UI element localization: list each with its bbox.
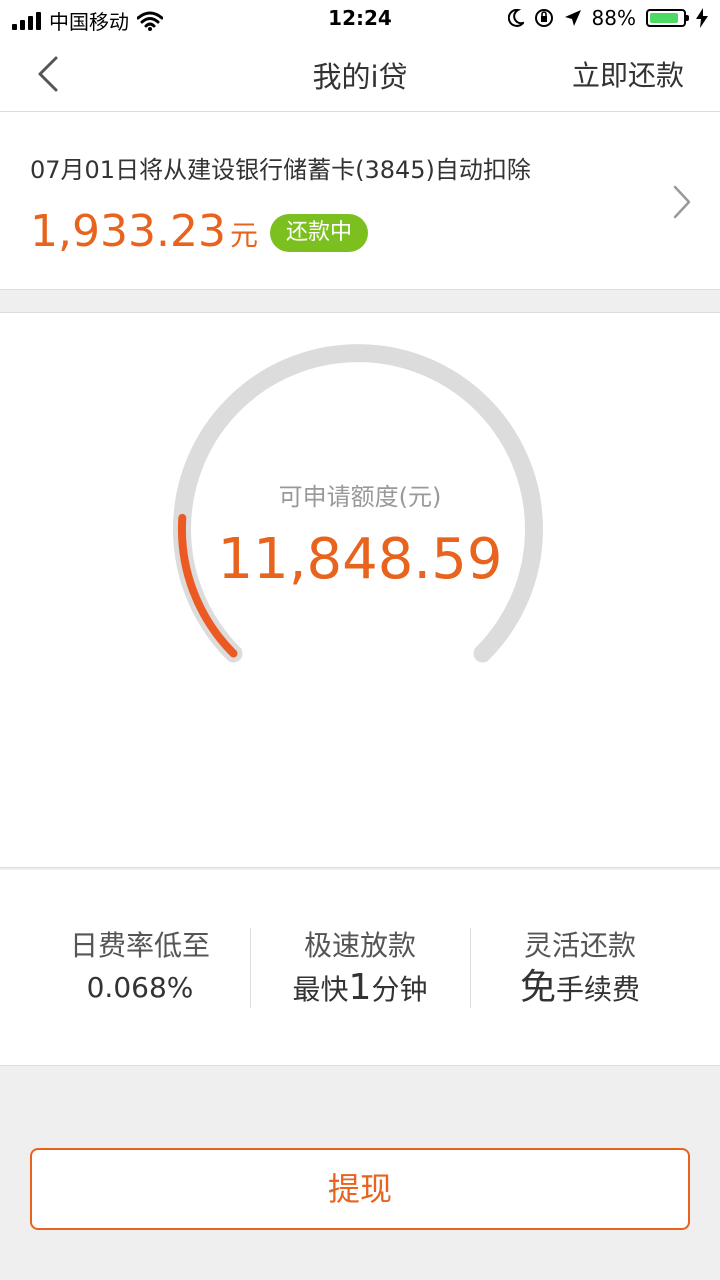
status-bar: 中国移动 12:24 88% bbox=[0, 0, 720, 36]
status-badge: 还款中 bbox=[269, 214, 368, 252]
credit-label: 可申请额度(元) bbox=[278, 483, 442, 511]
nav-bar: 我的i贷 立即还款 bbox=[0, 36, 720, 112]
chevron-right-icon bbox=[673, 185, 691, 219]
charging-bolt-icon bbox=[696, 8, 708, 28]
location-arrow-icon bbox=[564, 10, 581, 26]
battery-icon bbox=[646, 9, 689, 27]
feature-sub-big: 免 bbox=[519, 967, 556, 1008]
credit-panel: 可申请额度(元) 11,848.59 bbox=[0, 312, 720, 868]
moon-icon bbox=[507, 9, 524, 27]
feature-subtitle: 最快1分钟 bbox=[250, 968, 470, 1010]
feature-daily-rate: 日费率低至 0.068% bbox=[30, 928, 250, 1008]
feature-title: 极速放款 bbox=[303, 929, 416, 962]
feature-flexible-repay: 灵活还款 免手续费 bbox=[470, 928, 690, 1010]
repayment-description: 07月01日将从建设银行储蓄卡(3845)自动扣除 bbox=[30, 156, 531, 184]
orientation-lock-icon bbox=[534, 9, 553, 27]
feature-subtitle: 0.068% bbox=[86, 971, 194, 1004]
feature-subtitle: 免手续费 bbox=[470, 968, 690, 1010]
battery-fill bbox=[650, 13, 678, 23]
feature-sub-post: 手续费 bbox=[556, 973, 641, 1006]
repayment-amount: 1,933.23 bbox=[30, 206, 226, 257]
feature-title: 灵活还款 bbox=[523, 929, 636, 962]
feature-title: 日费率低至 bbox=[69, 929, 210, 962]
repayment-card[interactable]: 07月01日将从建设银行储蓄卡(3845)自动扣除 1,933.23 元 还款中 bbox=[0, 112, 720, 290]
withdraw-button[interactable]: 提现 bbox=[30, 1148, 690, 1230]
credit-value: 11,848.59 bbox=[217, 527, 503, 592]
feature-sub-post: 分钟 bbox=[371, 973, 428, 1006]
battery-percent: 88% bbox=[591, 6, 636, 30]
repayment-amount-row: 1,933.23 元 还款中 bbox=[30, 206, 368, 258]
feature-sub-pre: 最快 bbox=[292, 973, 349, 1006]
feature-fast-loan: 极速放款 最快1分钟 bbox=[250, 928, 470, 1010]
repay-now-button[interactable]: 立即还款 bbox=[572, 54, 684, 94]
status-right: 88% bbox=[507, 6, 708, 30]
feature-sub-big: 1 bbox=[348, 967, 372, 1008]
repayment-unit: 元 bbox=[229, 219, 258, 252]
features-row: 日费率低至 0.068% 极速放款 最快1分钟 灵活还款 免手续费 bbox=[0, 870, 720, 1066]
